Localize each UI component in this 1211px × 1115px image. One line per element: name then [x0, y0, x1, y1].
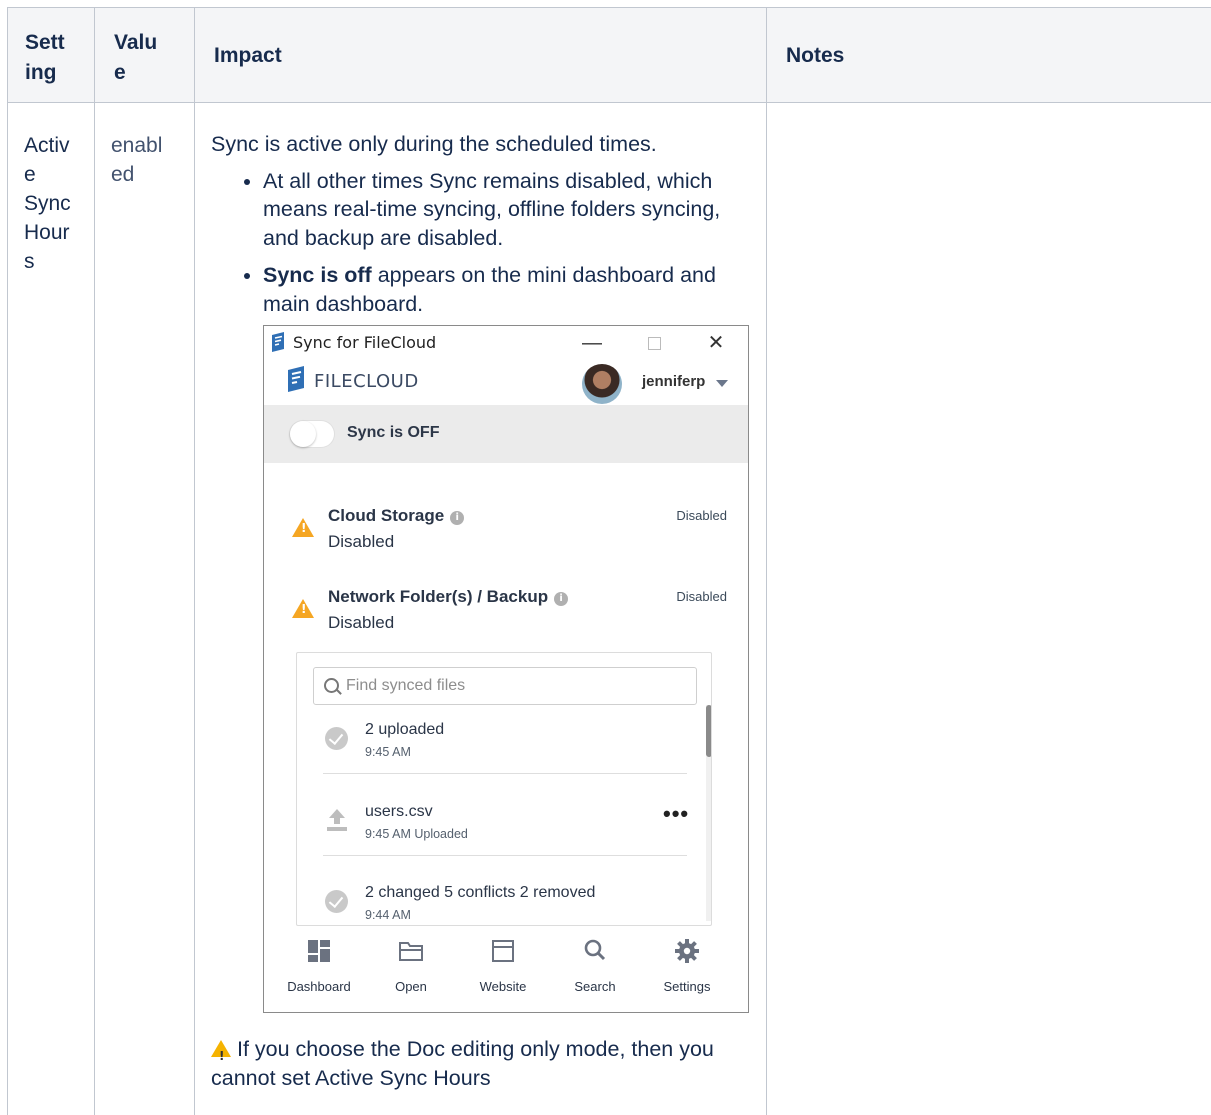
impact-cell: Sync is active only during the scheduled…: [211, 130, 741, 327]
nav-label: Search: [574, 979, 616, 994]
value-cell: enabl ed: [111, 131, 162, 189]
setting-line: e: [24, 163, 36, 186]
impact-bullet-list: At all other times Sync remains disabled…: [211, 167, 741, 319]
warning-note-text: If you choose the Doc editing only mode,…: [211, 1037, 714, 1090]
search-icon: [324, 678, 339, 693]
status-title: Network Folder(s) / Backup i: [328, 587, 569, 607]
nav-dashboard[interactable]: Dashboard: [273, 934, 365, 994]
value-line: ed: [111, 163, 135, 186]
item-time: 9:45 AM: [365, 745, 411, 759]
header-value-line2: e: [114, 61, 126, 84]
bullet-bold-text: Sync is off: [263, 263, 372, 287]
brand-header: FILECLOUD jenniferp: [264, 362, 748, 404]
nav-search[interactable]: Search: [549, 934, 641, 994]
avatar[interactable]: [582, 364, 622, 404]
item-title: 2 uploaded: [365, 721, 445, 738]
nav-label: Website: [479, 979, 527, 994]
item-title: 2 changed 5 conflicts 2 removed: [365, 884, 596, 901]
chevron-down-icon[interactable]: [716, 380, 728, 387]
search-placeholder: Find synced files: [346, 677, 466, 694]
nav-label: Settings: [663, 979, 711, 994]
item-title: users.csv: [365, 803, 433, 820]
setting-cell: Activ e Sync Hour s: [24, 131, 71, 276]
more-options-icon[interactable]: •••: [663, 801, 689, 827]
list-divider: [323, 773, 687, 774]
impact-intro: Sync is active only during the scheduled…: [211, 132, 657, 156]
nav-label: Dashboard: [287, 979, 351, 994]
check-icon: [325, 727, 348, 750]
header-setting-line2: ing: [25, 61, 57, 84]
gear-icon: [675, 939, 699, 963]
value-line: enabl: [111, 134, 163, 157]
list-divider: [323, 855, 687, 856]
sync-app-screenshot: Sync for FileCloud — ✕ FILECLOUD jennife…: [263, 325, 749, 1013]
sync-status-label: Sync is OFF: [347, 424, 440, 441]
header-impact: Impact: [214, 44, 282, 67]
header-notes: Notes: [786, 44, 845, 67]
upload-icon: [327, 809, 347, 831]
status-subtitle: Disabled: [328, 613, 395, 632]
setting-line: Activ: [24, 134, 70, 157]
table-header-row: [8, 8, 1211, 102]
impact-bullet: At all other times Sync remains disabled…: [263, 167, 741, 253]
nav-open[interactable]: Open: [365, 934, 457, 994]
info-icon[interactable]: i: [554, 592, 569, 606]
nav-label: Open: [395, 979, 427, 994]
item-time: 9:44 AM: [365, 908, 411, 922]
window-titlebar: Sync for FileCloud — ✕: [264, 326, 748, 360]
folder-icon: [399, 942, 423, 961]
search-input[interactable]: Find synced files: [313, 667, 697, 705]
dashboard-icon: [308, 940, 330, 962]
header-value-line1: Valu: [114, 31, 158, 54]
column-divider-3: [766, 7, 767, 1115]
maximize-button[interactable]: [634, 328, 674, 358]
scrollbar-thumb[interactable]: [706, 705, 711, 757]
impact-bullet: Sync is off appears on the mini dashboar…: [263, 261, 741, 318]
status-badge: Disabled: [676, 589, 727, 604]
check-icon: [325, 890, 348, 913]
synced-files-panel: Find synced files 2 uploaded 9:45 AM use…: [296, 652, 712, 926]
header-setting-line1: Sett: [25, 31, 65, 54]
column-divider-1: [94, 7, 95, 1115]
item-time: 9:45 AM Uploaded: [365, 827, 468, 841]
window-title: Sync for FileCloud: [293, 333, 437, 352]
nav-website[interactable]: Website: [457, 934, 549, 994]
brand-name: FILECLOUD: [314, 371, 419, 392]
column-divider-2: [194, 7, 195, 1115]
sync-status-bar: Sync is OFF: [264, 405, 748, 463]
filecloud-brand-icon: [288, 366, 304, 392]
setting-line: Sync: [24, 192, 71, 215]
warning-icon: [211, 1040, 231, 1071]
status-subtitle: Disabled: [328, 532, 395, 551]
list-item[interactable]: users.csv 9:45 AM Uploaded •••: [297, 801, 697, 883]
list-item[interactable]: 2 changed 5 conflicts 2 removed 9:44 AM: [297, 884, 697, 925]
setting-line: s: [24, 250, 35, 273]
bottom-navigation: Dashboard Open Website Search Settings: [264, 934, 748, 1012]
info-icon[interactable]: i: [450, 511, 465, 525]
status-badge: Disabled: [676, 508, 727, 523]
table-border-top: [7, 7, 1211, 8]
username[interactable]: jenniferp: [642, 373, 705, 390]
table-border-left: [7, 7, 8, 1115]
list-item[interactable]: 2 uploaded 9:45 AM: [297, 721, 697, 801]
search-icon: [584, 939, 606, 961]
browser-icon: [492, 940, 514, 962]
nav-settings[interactable]: Settings: [641, 934, 733, 994]
status-network-folders: Network Folder(s) / Backupi Disabled Dis…: [264, 587, 748, 647]
warning-icon: [292, 518, 314, 537]
sync-toggle[interactable]: [290, 421, 334, 447]
status-title: Cloud Storage i: [328, 506, 465, 526]
filecloud-logo-icon: [272, 332, 284, 352]
status-cloud-storage: Cloud Storagei Disabled Disabled: [264, 506, 748, 566]
minimize-button[interactable]: —: [572, 328, 612, 358]
header-value: Valu e: [114, 28, 157, 88]
setting-line: Hour: [24, 221, 70, 244]
warning-icon: [292, 599, 314, 618]
warning-note: If you choose the Doc editing only mode,…: [211, 1035, 751, 1093]
table-header-divider: [7, 102, 1211, 103]
header-setting: Sett ing: [25, 28, 65, 88]
close-icon[interactable]: ✕: [696, 328, 736, 358]
